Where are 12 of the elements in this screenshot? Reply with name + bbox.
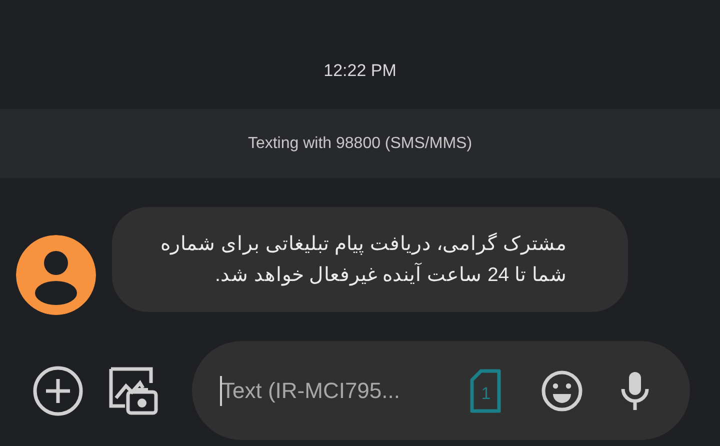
gallery-camera-icon[interactable] <box>108 366 158 416</box>
contact-avatar[interactable] <box>16 235 96 315</box>
text-cursor <box>220 376 222 406</box>
microphone-icon[interactable] <box>620 370 650 410</box>
message-timestamp: 12:22 PM <box>324 61 396 80</box>
message-input[interactable]: Text (IR-MCI795... <box>222 374 432 407</box>
compose-bar[interactable]: Text (IR-MCI795... 1 <box>192 341 690 440</box>
conversation-label: Texting with 98800 (SMS/MMS) <box>248 134 472 154</box>
sim-card-icon[interactable]: 1 <box>469 368 503 412</box>
emoji-icon[interactable] <box>540 370 582 412</box>
add-icon[interactable] <box>32 364 84 416</box>
message-text: مشترک گرامی، دریافت پیام تبلیغاتی برای شماره شما تا 24 ساعت آینده غیرفعال خواهد شد. <box>159 232 567 288</box>
